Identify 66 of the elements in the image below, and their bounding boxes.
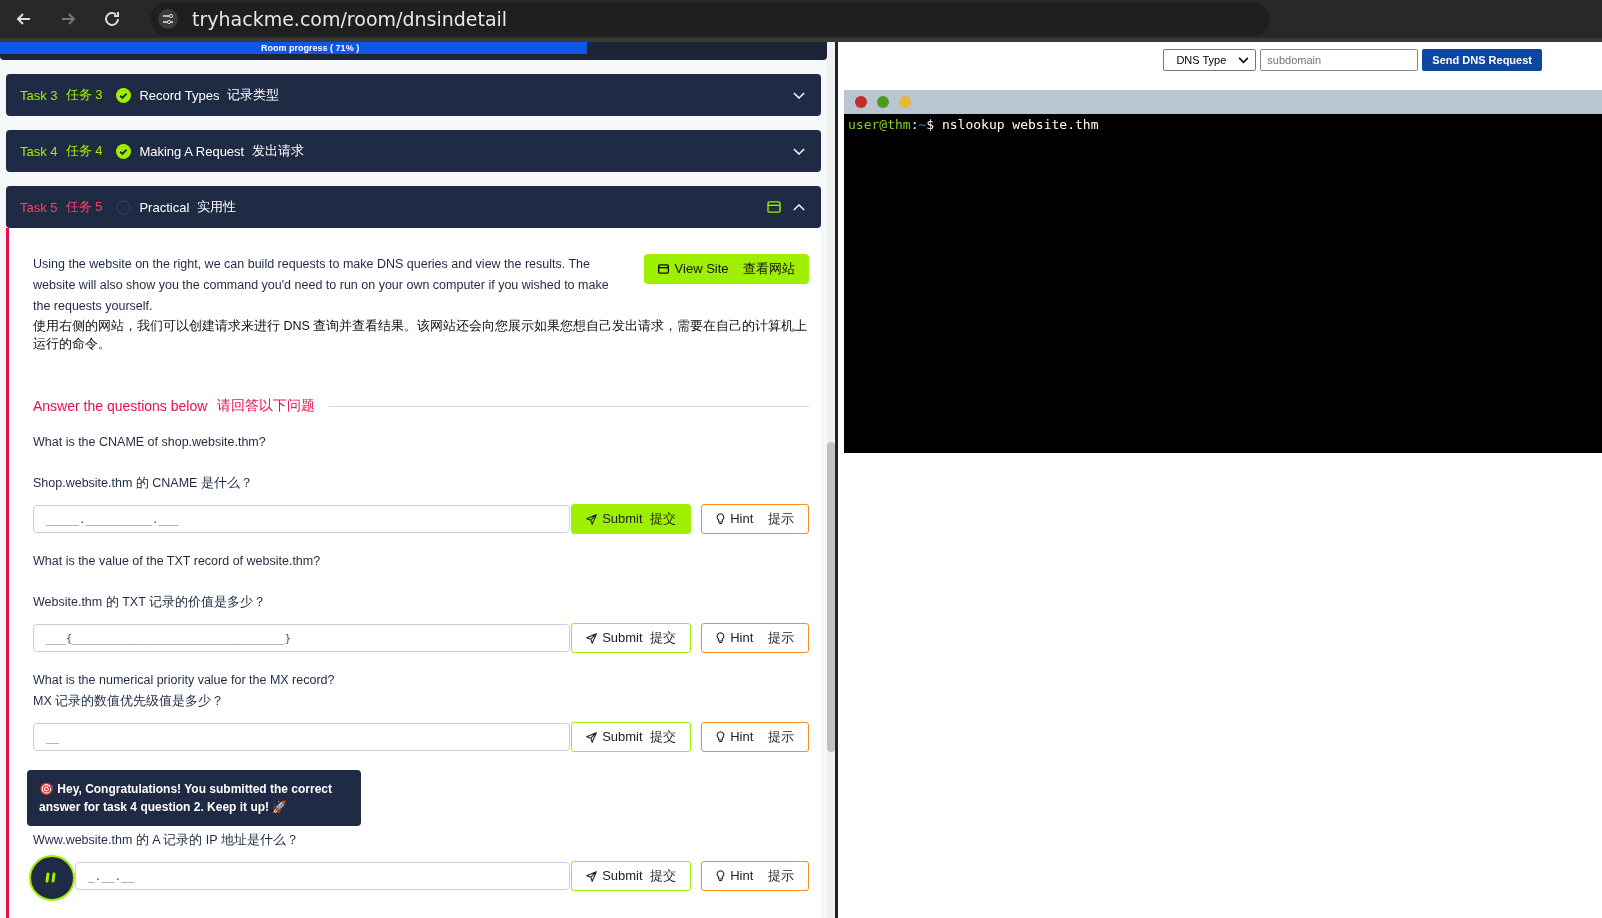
submit-button[interactable]: Submit 提交 (571, 722, 691, 752)
send-dns-request-button[interactable]: Send DNS Request (1422, 49, 1542, 71)
view-site-button[interactable]: View Site 查看网站 (643, 254, 809, 284)
paper-plane-icon (586, 731, 598, 743)
task-number: 任务 5 (65, 198, 103, 216)
window-controls-icon (854, 95, 914, 109)
address-bar[interactable]: tryhackme.com/room/dnsindetail (150, 2, 1270, 36)
subdomain-field[interactable]: subdomain (1260, 49, 1419, 71)
hint-button[interactable]: Hint 提示 (701, 504, 809, 534)
task-paragraph: 使用右侧的网站，我们可以创建请求来进行 DNS 查询并查看结果。该网站还会向您展示如果您想自己发出请求，需要在自己的计算机上运行的命令。 (33, 318, 809, 353)
scrollbar-thumb[interactable] (827, 442, 835, 752)
question-text: What is the numerical priority value for the MX record? (33, 673, 336, 687)
url-text: tryhackme.com/room/dnsindetail (192, 8, 508, 30)
question-text: Www.website.thm 的 A 记录的 IP 地址是什么？ (33, 832, 300, 849)
task-title: 实用性 (197, 198, 237, 216)
task-number: Task 3 (20, 87, 58, 103)
submit-button[interactable]: Submit 提交 (571, 623, 691, 653)
terminal-line: user@thm:~$ nslookup website.thm (848, 117, 1100, 132)
hint-button[interactable]: Hint 提示 (701, 623, 809, 653)
task-number: 任务 3 (65, 86, 103, 104)
chevron-down-icon[interactable] (793, 147, 805, 155)
task-title: Practical (139, 199, 190, 215)
task-title: 发出请求 (252, 142, 305, 160)
question-text: What is the value of the TXT record of website.thm? (33, 554, 322, 568)
task-paragraph: Using the website on the right, we can build requests to make DNS queries and view the results. The website will also show you the command you'd need to run on your own computer if you wished to make the requests yourself. (33, 256, 610, 315)
toast-notification: 🎯 Hey, Congratulations! You submitted the correct answer for task 4 question 2. Keep it up! 🚀 (27, 770, 361, 826)
chevron-down-icon (1238, 56, 1250, 64)
task-title: 记录类型 (227, 86, 280, 104)
task-number: Task 5 (20, 199, 58, 215)
task-number: 任务 4 (65, 142, 103, 160)
task-header[interactable]: Task 4 任务 4 Making A Request 发出请求 (6, 130, 821, 172)
answer-field[interactable]: __ (33, 723, 570, 751)
chat-button[interactable] (29, 855, 75, 901)
section-heading: 请回答以下问题 (217, 397, 316, 415)
paper-plane-icon (586, 632, 598, 644)
chevron-up-icon[interactable] (793, 203, 805, 211)
hint-button[interactable]: Hint 提示 (701, 861, 809, 891)
reload-icon[interactable] (102, 9, 122, 29)
task-title: Making A Request (139, 143, 245, 159)
hint-button[interactable]: Hint 提示 (701, 722, 809, 752)
lightbulb-icon (716, 632, 726, 644)
paper-plane-icon (586, 870, 598, 882)
question-text: What is the CNAME of shop.website.thm? (33, 435, 267, 449)
window-icon (657, 264, 669, 274)
task-header[interactable]: Task 3 任务 3 Record Types 记录类型 (6, 74, 821, 116)
task-header[interactable]: Task 5 任务 5 Practical 实用性 (6, 186, 821, 228)
submit-button[interactable]: Submit 提交 (571, 504, 691, 534)
answer-field[interactable]: _.__.__ (75, 862, 570, 890)
chevron-down-icon[interactable] (793, 91, 805, 99)
question-text: Shop.website.thm 的 CNAME 是什么？ (33, 475, 254, 492)
submit-button[interactable]: Submit 提交 (571, 861, 691, 891)
question-text: MX 记录的数值优先级值是多少？ (33, 693, 226, 710)
paper-plane-icon (586, 513, 598, 525)
answer-field[interactable]: ___{________________________________} (33, 624, 570, 652)
answer-field[interactable]: _____.__________.___ (33, 505, 570, 533)
lightbulb-icon (716, 513, 726, 525)
task-title: Record Types (139, 87, 220, 103)
question-text: Website.thm 的 TXT 记录的价值是多少？ (33, 594, 268, 611)
task-number: Task 4 (20, 143, 58, 159)
dns-type-select[interactable]: DNS Type (1163, 49, 1257, 71)
window-icon[interactable] (767, 201, 781, 213)
progress-label: Room progress ( 71% ) (260, 42, 361, 54)
lightbulb-icon (716, 731, 726, 743)
lightbulb-icon (716, 870, 726, 882)
site-settings-icon[interactable] (158, 9, 178, 29)
section-heading: Answer the questions below (33, 398, 208, 414)
